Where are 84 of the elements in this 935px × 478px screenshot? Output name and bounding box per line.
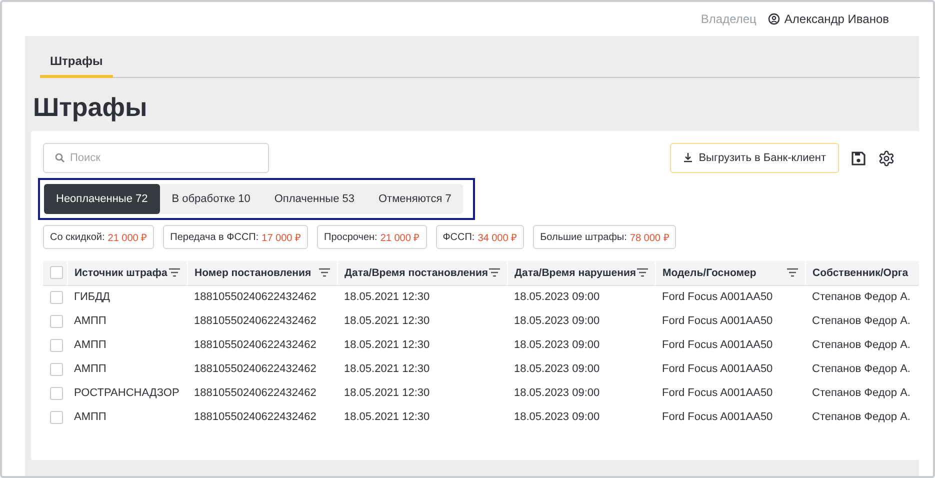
chip-label: ФССП: xyxy=(442,232,475,242)
table-cell-text: 18.05.2021 12:30 xyxy=(343,410,431,425)
table-cell-text: 18810550240622432462 xyxy=(193,362,318,377)
chip-amount: 17 000 ₽ xyxy=(262,232,302,244)
settings-icon[interactable] xyxy=(878,150,895,166)
table-cell: Ford Focus A001AA50 xyxy=(655,285,805,309)
column-header[interactable]: Собственник/Орга xyxy=(805,261,919,285)
row-checkbox[interactable] xyxy=(50,410,63,424)
table-cell-text: АМПП xyxy=(73,410,108,425)
table-cell-text: 18.05.2021 12:30 xyxy=(343,386,431,401)
table-cell: 18810550240622432462 xyxy=(187,285,337,309)
status-tab[interactable]: Оплаченные 53 xyxy=(262,184,366,214)
table-cell-text: 18.05.2021 12:30 xyxy=(343,338,431,353)
user-name[interactable]: Александр Иванов xyxy=(784,12,889,26)
column-header[interactable]: Дата/Время нарушения xyxy=(507,261,655,285)
filter-icon[interactable] xyxy=(318,268,330,278)
table-cell-text: Степанов Федор А. xyxy=(811,386,912,401)
chip-amount: 34 000 ₽ xyxy=(478,232,518,244)
table-cell-text: Ford Focus A001AA50 xyxy=(661,410,774,425)
table-cell-text: Степанов Федор А. xyxy=(811,314,912,329)
table-cell-text: 18.05.2023 09:00 xyxy=(513,338,601,353)
row-checkbox[interactable] xyxy=(50,386,63,400)
chip-label: Передача в ФССП: xyxy=(170,232,259,242)
table-cell-text: РОСТРАНСНАДЗОР xyxy=(73,386,180,401)
table-cell-text: 18.05.2023 09:00 xyxy=(513,314,601,329)
column-header[interactable]: Дата/Время постановления xyxy=(337,261,507,285)
select-all-checkbox[interactable] xyxy=(50,266,63,280)
summary-chip[interactable]: Со скидкой: 21 000 ₽ xyxy=(43,225,154,249)
table-cell-text: Ford Focus A001AA50 xyxy=(661,338,774,353)
nav-tab[interactable]: Штрафы xyxy=(40,36,113,78)
page-title: Штрафы xyxy=(33,92,148,123)
table-cell-text: Степанов Федор А. xyxy=(811,338,912,353)
status-tab[interactable]: Отменяются 7 xyxy=(366,184,464,214)
table-cell-text: АМПП xyxy=(73,338,108,353)
save-icon[interactable] xyxy=(851,150,866,166)
user-pin-icon xyxy=(768,13,780,25)
chip-amount: 21 000 ₽ xyxy=(380,232,420,244)
table-cell-text: Степанов Федор А. xyxy=(811,362,912,377)
column-header[interactable]: Источник штрафа xyxy=(67,261,187,285)
table-cell-text: Ford Focus A001AA50 xyxy=(661,386,774,401)
summary-chip[interactable]: Большие штрафы: 78 000 ₽ xyxy=(533,225,676,249)
table-cell-text: 18.05.2023 09:00 xyxy=(513,410,601,425)
column-header[interactable]: Модель/Госномер xyxy=(655,261,805,285)
table-cell-text: 18.05.2021 12:30 xyxy=(343,362,431,377)
table-cell-text: 18810550240622432462 xyxy=(193,314,318,329)
export-button[interactable]: Выгрузить в Банк-клиент xyxy=(670,143,839,173)
table-cell-text: 18810550240622432462 xyxy=(193,410,318,425)
table-cell-text: 18810550240622432462 xyxy=(193,338,318,353)
summary-chip[interactable]: ФССП: 34 000 ₽ xyxy=(436,225,524,249)
table-cell: Степанов Федор А. xyxy=(805,285,919,309)
table-cell: ГИБДД xyxy=(67,285,187,309)
search-field[interactable]: Поиск xyxy=(43,143,269,173)
chip-label: Просрочен: xyxy=(324,232,378,242)
download-icon xyxy=(682,153,693,163)
filter-icon[interactable] xyxy=(786,268,798,278)
table-cell-text: 18810550240622432462 xyxy=(193,386,318,401)
row-checkbox[interactable] xyxy=(50,362,63,376)
summary-chip[interactable]: Передача в ФССП: 17 000 ₽ xyxy=(163,225,308,249)
table-cell: 18.05.2023 09:00 xyxy=(507,285,655,309)
row-checkbox[interactable] xyxy=(50,338,63,352)
table-cell: 18.05.2021 12:30 xyxy=(337,285,507,309)
table-cell-text: АМПП xyxy=(73,362,108,377)
row-checkbox[interactable] xyxy=(50,314,63,328)
role-label: Владелец xyxy=(700,12,756,26)
summary-chip[interactable]: Просрочен: 21 000 ₽ xyxy=(317,225,427,249)
table-cell-text: 18.05.2021 12:30 xyxy=(343,314,431,329)
status-tab[interactable]: Неоплаченные 72 xyxy=(44,184,160,214)
chip-amount: 21 000 ₽ xyxy=(108,232,148,244)
filter-icon[interactable] xyxy=(168,268,180,278)
filter-icon[interactable] xyxy=(636,268,648,278)
table-cell-text: Степанов Федор А. xyxy=(811,410,912,425)
search-icon xyxy=(55,153,65,163)
chip-label: Большие штрафы: xyxy=(540,232,627,242)
column-header[interactable]: Номер постановления xyxy=(187,261,337,285)
filter-icon[interactable] xyxy=(488,268,500,278)
table-cell-text: 18.05.2023 09:00 xyxy=(513,362,601,377)
table-cell-text: Ford Focus A001AA50 xyxy=(661,314,774,329)
chip-label: Со скидкой: xyxy=(50,232,105,242)
table-cell-text: 18.05.2023 09:00 xyxy=(513,386,601,401)
status-tab[interactable]: В обработке 10 xyxy=(160,184,262,214)
chip-amount: 78 000 ₽ xyxy=(630,232,670,244)
row-checkbox[interactable] xyxy=(50,290,63,304)
table-cell-text: АМПП xyxy=(73,314,108,329)
table-cell-text: Ford Focus A001AA50 xyxy=(661,362,774,377)
